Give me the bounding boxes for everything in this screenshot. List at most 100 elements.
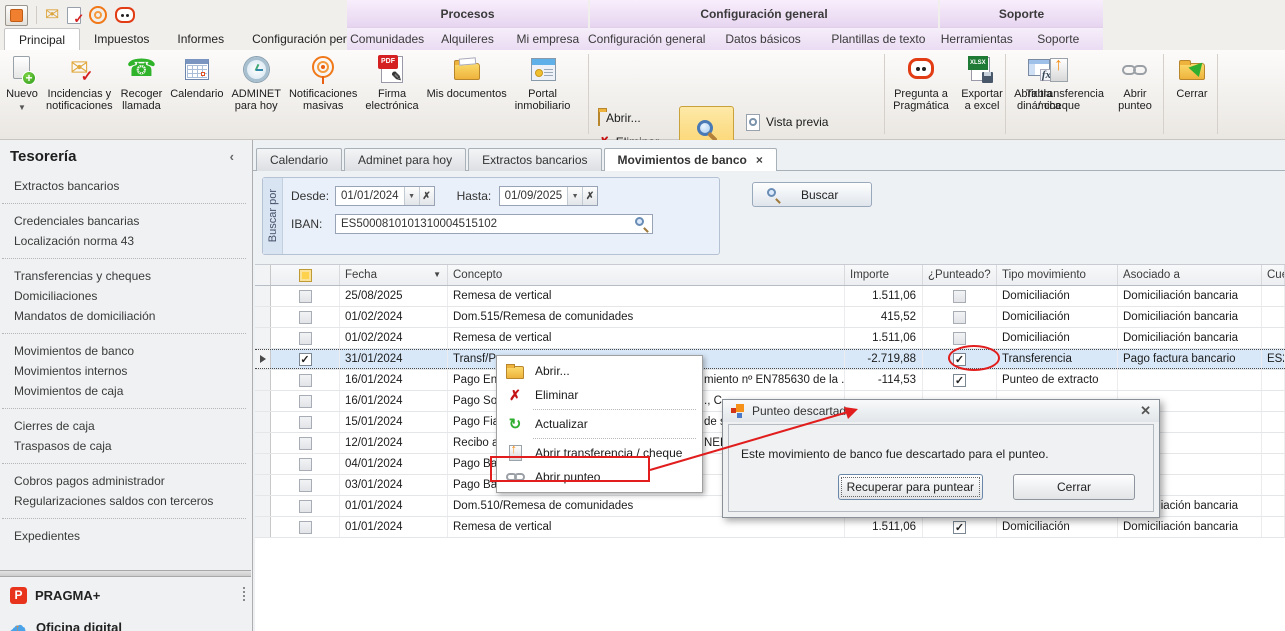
ribbon-tab-herramientas[interactable]: Herramientas xyxy=(936,28,1018,50)
pickup-call-button[interactable]: ☎ Recoger llamada xyxy=(117,52,167,115)
menu-item-abrir[interactable]: Abrir... xyxy=(499,359,700,383)
new-button[interactable]: + Nuevo ▼ xyxy=(2,52,42,117)
sidebar-item-localización-norma-43[interactable]: Localización norma 43 xyxy=(0,231,252,251)
preview-button[interactable]: Vista previa xyxy=(742,108,832,136)
table-row[interactable]: ✓ 31/01/2024 Transf/P -2.719,88 ✓ Transferenc… xyxy=(255,349,1285,370)
select-all-checkbox[interactable] xyxy=(298,268,312,282)
row-select-cell[interactable] xyxy=(271,286,340,306)
cell-punteado[interactable] xyxy=(923,328,997,348)
cell-punteado[interactable] xyxy=(923,286,997,306)
cell-punteado[interactable]: ✓ xyxy=(923,517,997,537)
sidebar-item-cobros-pagos-administrador[interactable]: Cobros pagos administrador xyxy=(0,471,252,491)
ribbon-tab-alquileres[interactable]: Alquileres xyxy=(427,28,507,50)
date-from-value[interactable]: 01/01/2024 xyxy=(336,190,404,202)
sidebar-item-movimientos-de-banco[interactable]: Movimientos de banco xyxy=(0,341,252,361)
row-select-cell[interactable] xyxy=(271,412,340,432)
checkbox-unchecked[interactable] xyxy=(298,499,312,513)
table-row[interactable]: 25/08/2025 Remesa de vertical 1.511,06 Domi… xyxy=(255,286,1285,307)
ribbon-tab-configuración-general[interactable]: Configuración general xyxy=(588,28,705,50)
iban-field[interactable]: ES5000810101310004515102 xyxy=(335,214,653,234)
select-all-header[interactable] xyxy=(271,265,340,285)
checkbox-unchecked[interactable] xyxy=(298,394,312,408)
dialog-close-icon[interactable]: ✕ xyxy=(1140,403,1151,419)
checkbox-unchecked[interactable] xyxy=(298,520,312,534)
tab-adminet-para-hoy[interactable]: Adminet para hoy xyxy=(344,148,467,171)
column-header-cuenta[interactable]: Cuenta xyxy=(1262,265,1285,285)
cell-punteado[interactable] xyxy=(923,307,997,327)
sidebar-item-mandatos-de-domiciliación[interactable]: Mandatos de domiciliación xyxy=(0,306,252,326)
close-tab-icon[interactable]: × xyxy=(756,150,763,171)
ask-pragmatica-button[interactable]: Pregunta a Pragmática xyxy=(888,52,954,115)
tab-calendario[interactable]: Calendario xyxy=(256,148,343,171)
my-documents-button[interactable]: Mis documentos xyxy=(423,52,511,103)
ribbon-tab-plantillas-de-texto[interactable]: Plantillas de texto xyxy=(821,28,936,50)
row-select-cell[interactable]: ✓ xyxy=(271,349,340,369)
tab-extractos-bancarios[interactable]: Extractos bancarios xyxy=(468,148,602,171)
checkbox-unchecked[interactable] xyxy=(298,415,312,429)
checkbox-unchecked[interactable] xyxy=(298,457,312,471)
dialog-titlebar[interactable]: Punteo descartado ✕ xyxy=(723,400,1159,422)
sidebar-item-transferencias-y-cheques[interactable]: Transferencias y cheques xyxy=(0,266,252,286)
row-select-cell[interactable] xyxy=(271,370,340,390)
ribbon-tab-comunidades[interactable]: Comunidades xyxy=(347,28,427,50)
open-button[interactable]: Abrir... xyxy=(594,106,673,130)
row-select-cell[interactable] xyxy=(271,496,340,516)
open-transfer-button[interactable]: ↑ Abrir transferencia / cheque xyxy=(1010,52,1108,115)
sidebar-item-cierres-de-caja[interactable]: Cierres de caja xyxy=(0,416,252,436)
cell-punteado[interactable]: ✓ xyxy=(923,370,997,390)
row-select-cell[interactable] xyxy=(271,328,340,348)
date-from-field[interactable]: 01/01/2024 ▼ ✗ xyxy=(335,186,435,206)
checkbox-checked[interactable]: ✓ xyxy=(953,520,966,534)
column-header-fecha[interactable]: Fecha ▼ xyxy=(340,265,448,285)
lookup-icon[interactable] xyxy=(635,217,649,233)
column-header-importe[interactable]: Importe xyxy=(845,265,923,285)
sidebar-item-regularizaciones-saldos-con-terceros[interactable]: Regularizaciones saldos con terceros xyxy=(0,491,252,511)
sidebar-item-credenciales-bancarias[interactable]: Credenciales bancarias xyxy=(0,211,252,231)
checkbox-unchecked[interactable] xyxy=(953,331,966,345)
open-punteo-button[interactable]: Abrir punteo xyxy=(1108,52,1162,115)
sidebar-item-traspasos-de-caja[interactable]: Traspasos de caja xyxy=(0,436,252,456)
column-header-punteado[interactable]: ¿Punteado? xyxy=(923,265,997,285)
sort-icon[interactable]: ▼ xyxy=(433,265,441,285)
table-row[interactable]: 01/02/2024 Dom.515/Remesa de comunidades 4… xyxy=(255,307,1285,328)
table-row[interactable]: 01/02/2024 Remesa de vertical 1.511,06 Domi… xyxy=(255,328,1285,349)
checkbox-unchecked[interactable] xyxy=(298,373,312,387)
chevron-down-icon[interactable]: ▼ xyxy=(403,187,419,205)
tasks-icon[interactable]: ✓ xyxy=(67,6,84,26)
export-excel-button[interactable]: XLSX Exportar a excel xyxy=(954,52,1010,115)
row-select-cell[interactable] xyxy=(271,307,340,327)
row-select-cell[interactable] xyxy=(271,475,340,495)
checkbox-unchecked[interactable] xyxy=(953,310,966,324)
ribbon-tab-mi-empresa[interactable]: Mi empresa xyxy=(508,28,588,50)
clear-icon[interactable]: ✗ xyxy=(582,187,598,205)
sidebar-item-movimientos-internos[interactable]: Movimientos internos xyxy=(0,361,252,381)
checkbox-unchecked[interactable] xyxy=(298,478,312,492)
menu-item-actualizar[interactable]: ↻ Actualizar xyxy=(499,412,700,436)
row-select-cell[interactable] xyxy=(271,433,340,453)
row-select-cell[interactable] xyxy=(271,517,340,537)
mass-notifications-button[interactable]: Notificaciones masivas xyxy=(285,52,361,115)
broadcast-icon[interactable] xyxy=(89,6,108,24)
sidebar-item-expedientes[interactable]: Expedientes xyxy=(0,526,252,546)
ribbon-tab-soporte[interactable]: Soporte xyxy=(1018,28,1100,50)
checkbox-checked[interactable]: ✓ xyxy=(953,373,966,387)
checkbox-unchecked[interactable] xyxy=(298,436,312,450)
real-estate-portal-button[interactable]: Portal inmobiliario xyxy=(511,52,575,115)
iban-value[interactable]: ES5000810101310004515102 xyxy=(336,218,502,230)
recuperar-para-puntear-button[interactable]: Recuperar para puntear xyxy=(837,474,983,500)
assistant-icon[interactable] xyxy=(115,7,136,23)
checkbox-unchecked[interactable] xyxy=(298,289,312,303)
row-select-cell[interactable] xyxy=(271,454,340,474)
buscar-button[interactable]: Buscar xyxy=(752,182,872,207)
sidebar-footer-pragma[interactable]: P PRAGMA+ xyxy=(0,582,251,608)
sidebar-item-domiciliaciones[interactable]: Domiciliaciones xyxy=(0,286,252,306)
checkbox-unchecked[interactable] xyxy=(298,310,312,324)
mail-icon[interactable]: ✉ xyxy=(45,5,59,25)
menu-item-eliminar[interactable]: ✗ Eliminar xyxy=(499,383,700,407)
checkbox-unchecked[interactable] xyxy=(298,331,312,345)
adminet-today-button[interactable]: ADMINET para hoy xyxy=(227,52,285,115)
clear-icon[interactable]: ✗ xyxy=(418,187,434,205)
sidebar-item-movimientos-de-caja[interactable]: Movimientos de caja xyxy=(0,381,252,401)
table-row[interactable]: 16/01/2024 Pago En miento nº EN785630 de l… xyxy=(255,370,1285,391)
tab-movimientos-de-banco[interactable]: Movimientos de banco × xyxy=(603,148,777,171)
